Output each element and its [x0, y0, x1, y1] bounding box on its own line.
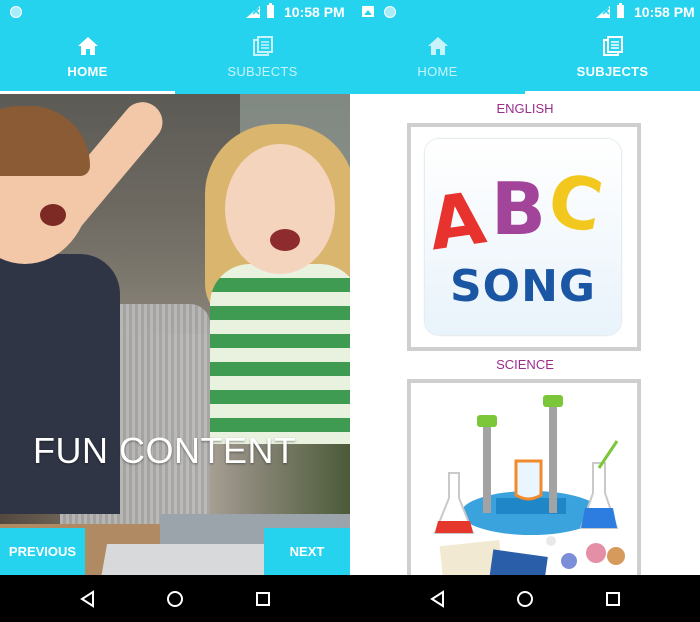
next-button[interactable]: NEXT [264, 528, 350, 575]
notification-icon [10, 6, 22, 18]
photo-boy-body [0, 254, 120, 514]
slide-caption: FUN CONTENT [33, 430, 297, 471]
tab-bar: HOME SUBJECTS [350, 24, 700, 94]
tab-bar: HOME SUBJECTS [0, 24, 350, 94]
status-time: 10:58 PM [284, 4, 345, 20]
battery-icon [267, 3, 274, 18]
subject-card-english[interactable]: A B C SONG [407, 123, 641, 351]
tab-home-label: HOME [67, 64, 108, 79]
photo-girl-body [210, 264, 350, 444]
tab-home[interactable]: HOME [0, 24, 175, 94]
abc-letter-a: A [423, 175, 491, 267]
home-screen: 10:58 PM HOME SUBJECTS FUN CONTENT PREVI… [0, 0, 350, 575]
system-navigation-bar [0, 575, 700, 622]
status-bar: 10:58 PM [350, 0, 700, 24]
home-nav-icon[interactable] [165, 589, 185, 609]
photo-girl-mouth [270, 229, 300, 251]
hero-slide[interactable]: FUN CONTENT [0, 94, 350, 575]
abc-letter-b: B [491, 167, 546, 251]
home-icon [427, 37, 448, 55]
previous-button[interactable]: PREVIOUS [0, 528, 85, 575]
tab-subjects[interactable]: SUBJECTS [525, 24, 700, 94]
back-icon[interactable] [78, 589, 98, 609]
science-kit-image [433, 395, 625, 575]
books-icon [602, 36, 623, 56]
subjects-list: ENGLISH A B C SONG SCIENCE [350, 94, 700, 575]
recents-icon[interactable] [253, 589, 273, 609]
status-time: 10:58 PM [634, 4, 695, 20]
tab-subjects[interactable]: SUBJECTS [175, 24, 350, 94]
subject-title-english: ENGLISH [496, 101, 554, 116]
subjects-screen: 10:58 PM HOME SUBJECTS ENGLISH A B C SON… [350, 0, 700, 575]
abc-song-image: A B C SONG [423, 139, 621, 335]
tab-subjects-label: SUBJECTS [227, 64, 298, 79]
subject-card-science[interactable] [407, 379, 641, 575]
recents-icon[interactable] [603, 589, 623, 609]
photo-girl-head [225, 144, 335, 274]
photo-boy-mouth [40, 204, 66, 226]
image-notification-icon [362, 6, 374, 17]
tab-home[interactable]: HOME [350, 24, 525, 94]
subject-title-science: SCIENCE [496, 357, 554, 372]
books-icon [252, 36, 273, 56]
home-nav-icon[interactable] [515, 589, 535, 609]
signal-icon [596, 6, 610, 18]
back-icon[interactable] [428, 589, 448, 609]
signal-icon [246, 6, 260, 18]
home-icon [77, 37, 98, 55]
tab-subjects-label: SUBJECTS [576, 64, 649, 79]
battery-icon [617, 3, 624, 18]
status-bar: 10:58 PM [0, 0, 350, 24]
tab-home-label: HOME [417, 64, 458, 79]
notification-icon [384, 6, 396, 18]
abc-letter-c: C [542, 157, 609, 249]
abc-song-word: SONG [449, 261, 597, 312]
